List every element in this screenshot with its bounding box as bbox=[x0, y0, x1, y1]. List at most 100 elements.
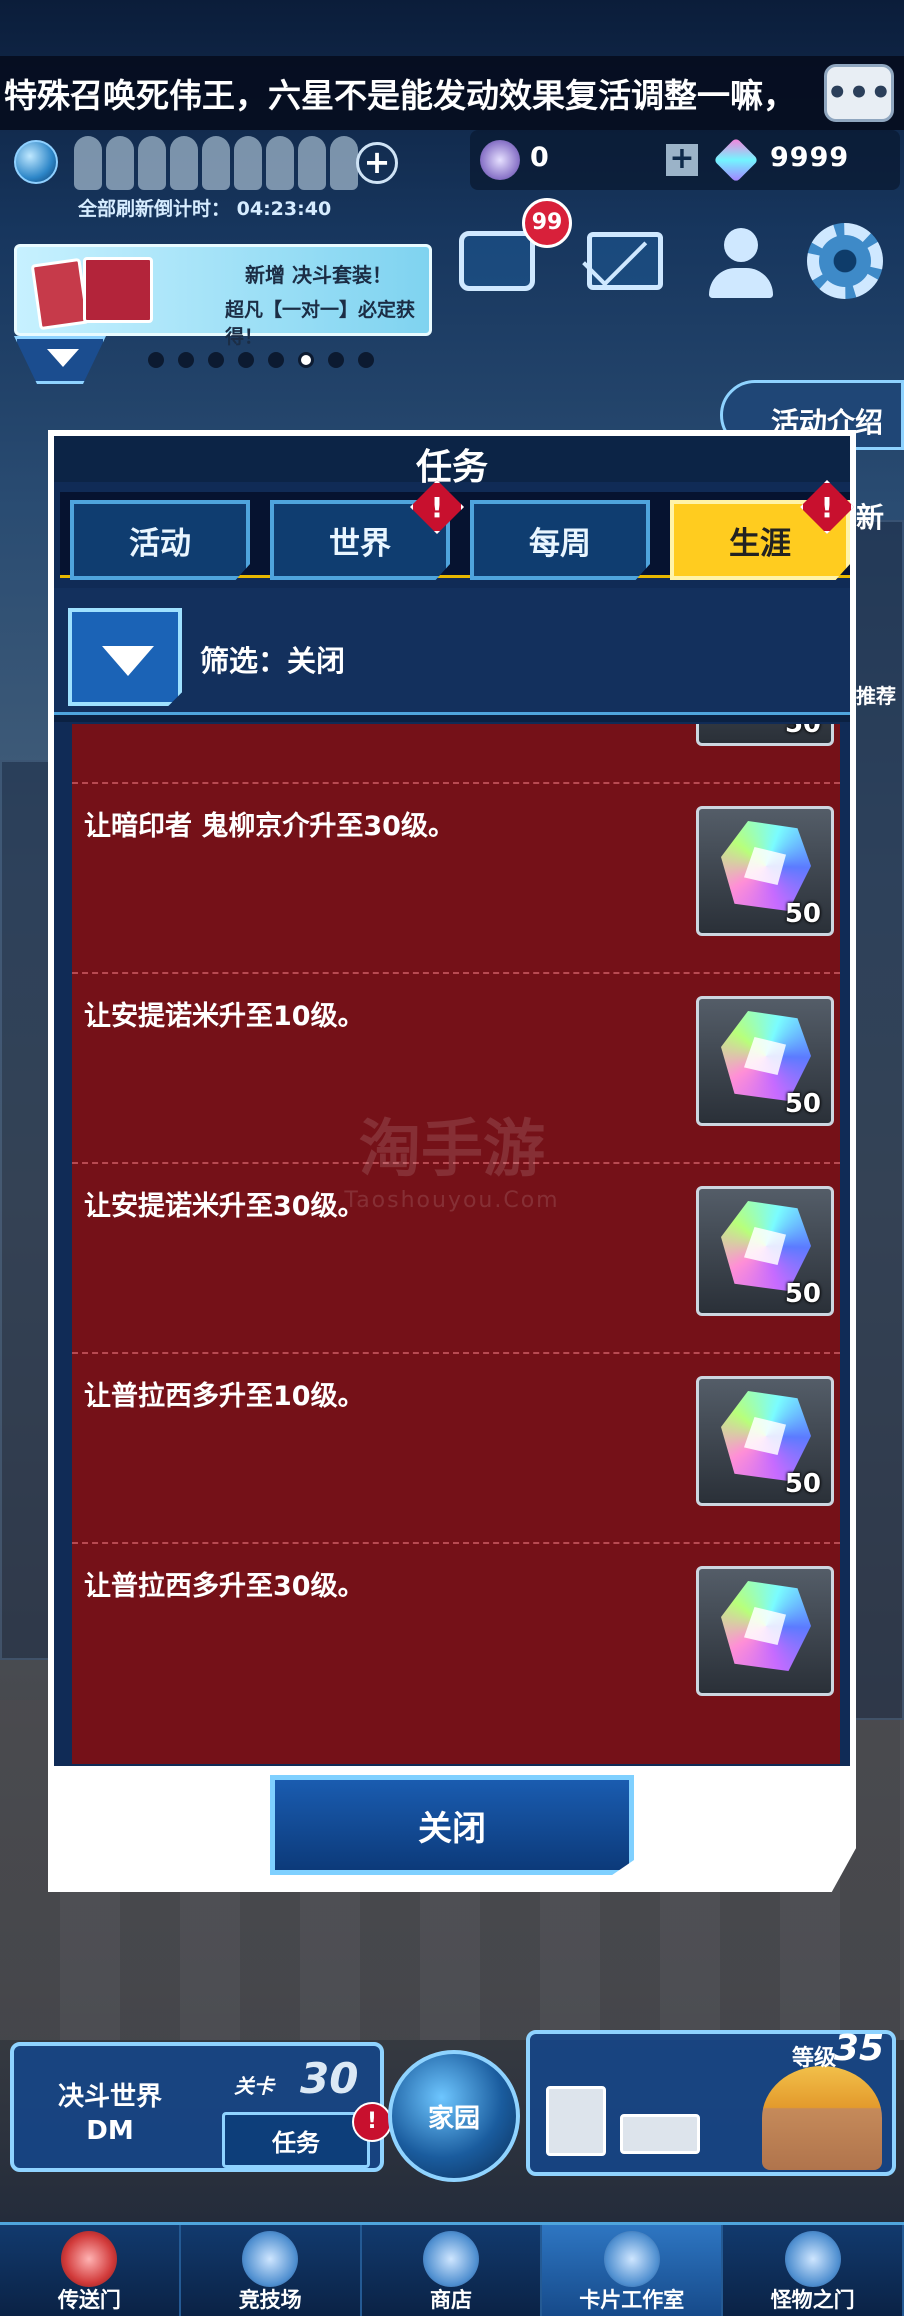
reward-box[interactable]: 50 bbox=[696, 1376, 834, 1506]
dialog-titlebar: 任务 bbox=[54, 436, 850, 488]
mission-list[interactable]: 50 让暗印者 鬼柳京介升至30级。 50 让安提诺米升至10级。 50 让安提… bbox=[72, 724, 840, 1764]
nav-card-studio[interactable]: 卡片工作室 bbox=[542, 2225, 724, 2316]
gem-icon bbox=[713, 137, 759, 183]
dialog-title: 任务 bbox=[415, 447, 488, 488]
stamina-slot bbox=[74, 136, 102, 190]
avatar bbox=[762, 2066, 882, 2170]
missions-dialog: 任务 活动 世界 每周 生涯 ! ! 筛选：关闭 50 让暗印者 鬼柳京介升至3… bbox=[48, 430, 856, 1892]
reward-box[interactable]: 50 bbox=[696, 724, 834, 746]
orb-count: 0 bbox=[530, 142, 549, 173]
task-button[interactable]: 任务 bbox=[222, 2112, 370, 2168]
marquee-text: 特殊召唤死伟王，六星不是能发动效果复活调整一嘛， bbox=[4, 76, 796, 115]
tab-event[interactable]: 活动 bbox=[70, 500, 250, 580]
stage-label: 关卡 bbox=[234, 2074, 274, 2098]
orb-icon bbox=[480, 140, 520, 180]
chat-bubble-icon[interactable]: ••• bbox=[824, 64, 894, 122]
monster-gate-icon bbox=[784, 2231, 841, 2287]
add-stamina-button[interactable]: + bbox=[356, 142, 398, 184]
stamina-slot bbox=[234, 136, 262, 190]
reward-box[interactable]: 50 bbox=[696, 806, 834, 936]
duel-world-panel[interactable]: 决斗世界 DM 关卡 30 任务 ! bbox=[10, 2042, 392, 2172]
filter-toggle-button[interactable] bbox=[68, 608, 182, 706]
refresh-label: 全部刷新倒计时： bbox=[78, 198, 231, 220]
add-gems-button[interactable]: + bbox=[666, 144, 698, 176]
stamina-slots bbox=[74, 136, 358, 190]
nav-monster-gate[interactable]: 怪物之门 bbox=[723, 2225, 904, 2316]
nav-label: 竞技场 bbox=[238, 2288, 302, 2312]
reward-box[interactable] bbox=[696, 1566, 834, 1696]
reward-box[interactable]: 50 bbox=[696, 996, 834, 1126]
page-dot-active[interactable] bbox=[298, 352, 314, 368]
nav-label: 卡片工作室 bbox=[579, 2288, 685, 2312]
list-item: 让普拉西多升至30级。 bbox=[72, 1544, 840, 1734]
crossed-swords-icon bbox=[242, 2231, 299, 2287]
tab-weekly[interactable]: 每周 bbox=[470, 500, 650, 580]
page-dot[interactable] bbox=[238, 352, 254, 368]
card-case-icon[interactable] bbox=[620, 2114, 700, 2154]
tab-label: 每周 bbox=[529, 525, 591, 562]
reward-count: 50 bbox=[784, 1279, 821, 1309]
page-dot[interactable] bbox=[178, 352, 194, 368]
promo-banner[interactable]: 新增 决斗套装！ 超凡【一对一】必定获得！ bbox=[14, 244, 432, 348]
chevron-down-icon bbox=[47, 349, 79, 367]
cart-icon bbox=[422, 2231, 479, 2287]
mission-text: 让安提诺米升至30级。 bbox=[84, 1191, 365, 1222]
stamina-slot bbox=[298, 136, 326, 190]
reward-count: 50 bbox=[784, 1469, 821, 1499]
status-header: + 全部刷新倒计时： 04:23:40 0 + 9999 bbox=[0, 130, 904, 230]
globe-icon[interactable] bbox=[14, 140, 58, 184]
stamina-slot bbox=[138, 136, 166, 190]
banner-subline: 超凡【一对一】必定获得！ bbox=[225, 299, 416, 348]
mail-icon[interactable] bbox=[580, 216, 670, 306]
nav-shop[interactable]: 商店 bbox=[362, 2225, 543, 2316]
gear-icon[interactable] bbox=[800, 216, 890, 306]
mission-text: 让安提诺米升至10级。 bbox=[84, 1001, 365, 1032]
filter-divider bbox=[54, 712, 850, 722]
mission-text: 让普拉西多升至10级。 bbox=[84, 1381, 365, 1412]
chevron-down-icon bbox=[102, 646, 154, 676]
page-dot[interactable] bbox=[358, 352, 374, 368]
stamina-slot bbox=[202, 136, 230, 190]
reward-count: 50 bbox=[784, 899, 821, 929]
refresh-countdown: 全部刷新倒计时： 04:23:40 bbox=[78, 194, 331, 221]
nav-gate[interactable]: 传送门 bbox=[0, 2225, 181, 2316]
reward-box[interactable]: 50 bbox=[696, 1186, 834, 1316]
list-item: 让暗印者 鬼柳京介升至30级。 50 bbox=[72, 784, 840, 974]
banner-expand-button[interactable] bbox=[14, 336, 106, 384]
deck-panel[interactable]: 等级 35 bbox=[526, 2028, 896, 2176]
close-button[interactable]: 关闭 bbox=[270, 1775, 634, 1875]
list-item: 让普拉西多升至10级。 50 bbox=[72, 1354, 840, 1544]
level-label: 等级 bbox=[791, 2046, 836, 2071]
stamina-slot bbox=[330, 136, 358, 190]
task-alert-icon: ! bbox=[352, 2102, 392, 2142]
page-dot[interactable] bbox=[208, 352, 224, 368]
page-dot[interactable] bbox=[328, 352, 344, 368]
nav-arena[interactable]: 竞技场 bbox=[181, 2225, 362, 2316]
mission-tabs: 活动 世界 每周 生涯 ! ! bbox=[60, 480, 854, 580]
banner-card-art bbox=[30, 257, 195, 331]
page-dot[interactable] bbox=[148, 352, 164, 368]
banner-headline: 新增 决斗套装！ bbox=[245, 263, 392, 287]
home-label: 家园 bbox=[427, 2103, 480, 2134]
card-art bbox=[30, 257, 90, 331]
card-art bbox=[83, 257, 153, 323]
page-dot[interactable] bbox=[268, 352, 284, 368]
home-button[interactable]: 家园 bbox=[388, 2050, 520, 2182]
reward-count: 50 bbox=[784, 1089, 821, 1119]
nav-label: 商店 bbox=[429, 2288, 472, 2312]
duel-world-title: 决斗世界 DM bbox=[58, 2082, 163, 2146]
bottom-navigation: 传送门 竞技场 商店 卡片工作室 怪物之门 bbox=[0, 2222, 904, 2316]
level-number: 35 bbox=[833, 2028, 884, 2069]
new-tag[interactable]: 新 bbox=[856, 496, 884, 536]
reward-count: 50 bbox=[784, 724, 821, 739]
profile-icon[interactable] bbox=[696, 216, 786, 306]
tab-label: 生涯 bbox=[729, 525, 791, 562]
deck-box-icon[interactable] bbox=[546, 2086, 606, 2156]
filter-status: 筛选：关闭 bbox=[200, 644, 346, 678]
stamina-slot bbox=[266, 136, 294, 190]
gate-icon bbox=[61, 2231, 118, 2287]
recommend-tag[interactable]: 推荐 bbox=[856, 680, 896, 709]
cards-icon bbox=[603, 2231, 660, 2287]
nav-label: 传送门 bbox=[57, 2288, 121, 2312]
dialog-body: 任务 活动 世界 每周 生涯 ! ! 筛选：关闭 50 让暗印者 鬼柳京介升至3… bbox=[54, 436, 854, 1766]
